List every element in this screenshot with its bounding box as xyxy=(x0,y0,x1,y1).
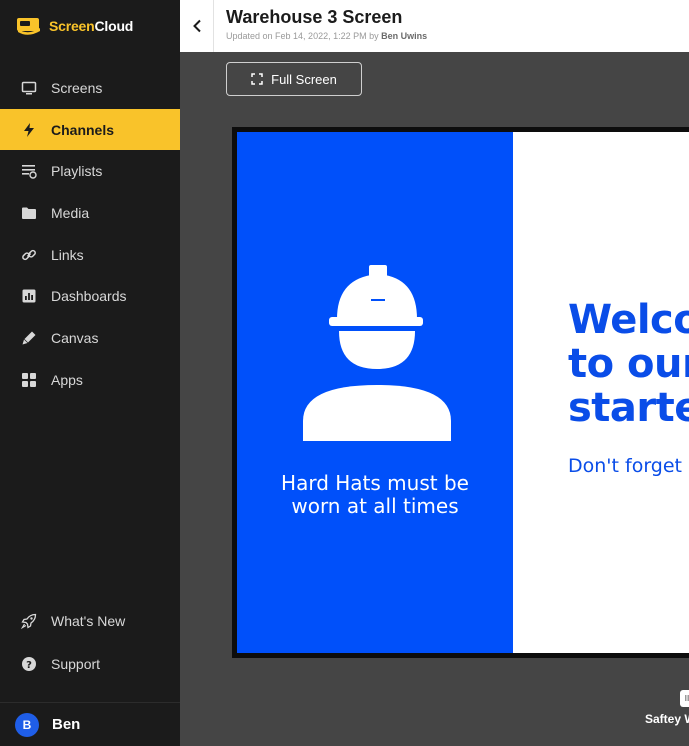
caption-line-1: Hard Hats must be xyxy=(281,471,469,495)
sidebar-item-label: What's New xyxy=(51,612,126,629)
slide-heading: Welco to our starte xyxy=(568,298,689,430)
heading-line-3: starte xyxy=(568,385,689,431)
logo-text-cloud: Cloud xyxy=(94,18,134,34)
slide: Hard Hats must be worn at all times Welc… xyxy=(237,132,689,653)
monitor-icon xyxy=(21,80,37,96)
hard-hat-worker-icon xyxy=(303,265,451,441)
sidebar-item-label: Support xyxy=(51,655,101,672)
screencloud-logo-icon xyxy=(16,16,42,36)
screen-preview: Hard Hats must be worn at all times Welc… xyxy=(232,127,689,658)
sidebar-item-channels[interactable]: Channels xyxy=(0,108,180,151)
slide-right-panel: Welco to our starte Don't forget xyxy=(513,132,689,653)
full-screen-label: Full Screen xyxy=(271,71,337,87)
playlist-icon xyxy=(21,163,37,179)
pen-icon xyxy=(21,330,37,346)
updated-text: Updated on Feb 14, 2022, 1:22 PM by xyxy=(226,31,382,41)
page-title: Warehouse 3 Screen xyxy=(226,7,403,27)
slide-caption: Hard Hats must be worn at all times xyxy=(237,472,513,518)
user-menu[interactable]: B Ben xyxy=(0,702,180,746)
sidebar-item-label: Screens xyxy=(51,79,103,96)
slide-subtext: Don't forget xyxy=(568,455,682,477)
sidebar-item-links[interactable]: Links xyxy=(0,234,180,276)
fullscreen-icon xyxy=(251,73,263,85)
grid-icon xyxy=(21,372,37,388)
sidebar-item-label: Links xyxy=(51,246,84,263)
sidebar-item-support[interactable]: ? Support xyxy=(0,642,180,685)
sidebar-item-label: Dashboards xyxy=(51,288,127,305)
sidebar-item-playlists[interactable]: Playlists xyxy=(0,150,180,192)
svg-text:?: ? xyxy=(26,659,32,670)
sidebar-item-media[interactable]: Media xyxy=(0,192,180,234)
sidebar-item-label: Media xyxy=(51,204,90,221)
heading-line-1: Welco xyxy=(568,297,689,343)
slide-left-panel: Hard Hats must be worn at all times xyxy=(237,132,513,653)
question-icon: ? xyxy=(21,656,37,672)
channel-badge: II xyxy=(680,690,689,707)
sidebar-item-label: Channels xyxy=(51,121,115,138)
caption-line-2: worn at all times xyxy=(291,494,459,518)
sidebar-item-label: Apps xyxy=(51,371,83,388)
app-logo[interactable]: ScreenCloud xyxy=(16,14,133,38)
folder-icon xyxy=(21,205,37,221)
sidebar-bottom-nav: What's New ? Support xyxy=(0,599,180,685)
sidebar-item-whats-new[interactable]: What's New xyxy=(0,599,180,642)
sidebar: ScreenCloud Screens Channels Playlists M… xyxy=(0,0,180,746)
sidebar-item-apps[interactable]: Apps xyxy=(0,359,180,401)
updated-info: Updated on Feb 14, 2022, 1:22 PM by Ben … xyxy=(226,31,427,41)
chart-icon xyxy=(21,288,37,304)
user-name: Ben xyxy=(52,716,81,733)
sidebar-item-label: Playlists xyxy=(51,163,103,180)
logo-text-screen: Screen xyxy=(49,18,95,34)
rocket-icon xyxy=(21,613,37,629)
updated-by: Ben Uwins xyxy=(381,31,428,41)
chevron-left-icon xyxy=(192,19,201,33)
back-button[interactable] xyxy=(180,0,214,52)
channel-item-label[interactable]: Saftey W xyxy=(645,712,689,726)
sidebar-item-dashboards[interactable]: Dashboards xyxy=(0,275,180,317)
sidebar-item-label: Canvas xyxy=(51,329,99,346)
full-screen-button[interactable]: Full Screen xyxy=(226,62,362,96)
link-icon xyxy=(21,247,37,263)
sidebar-item-canvas[interactable]: Canvas xyxy=(0,317,180,359)
page-header: Warehouse 3 Screen Updated on Feb 14, 20… xyxy=(180,0,689,52)
sidebar-item-screens[interactable]: Screens xyxy=(0,67,180,109)
lightning-icon xyxy=(21,122,37,138)
avatar: B xyxy=(15,712,39,737)
sidebar-nav: Screens Channels Playlists Media Links D… xyxy=(0,67,180,401)
heading-line-2: to our xyxy=(568,341,689,387)
